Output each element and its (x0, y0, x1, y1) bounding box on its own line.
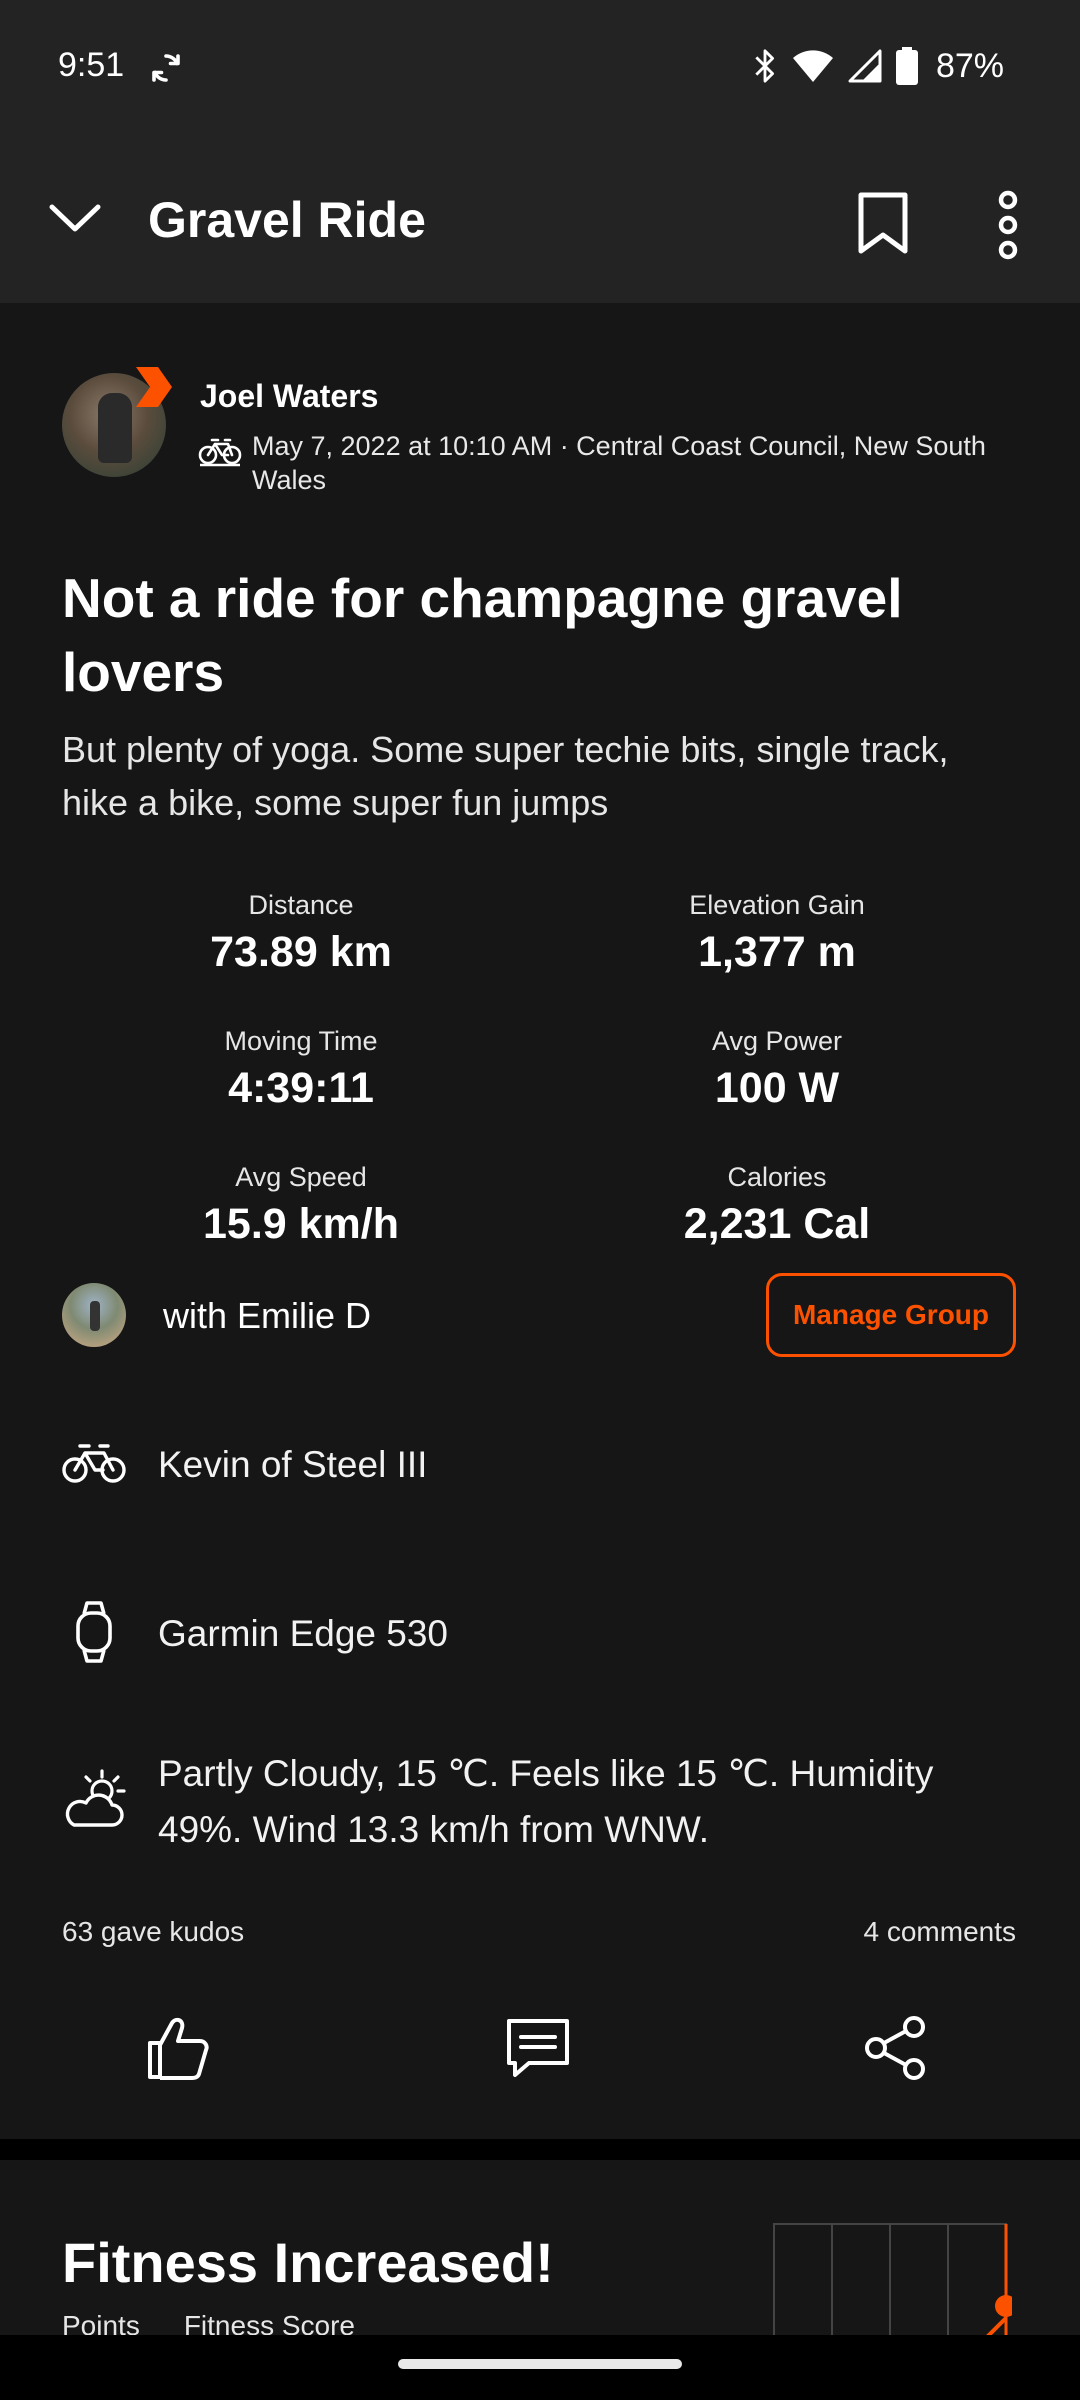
watch-icon (76, 1601, 112, 1663)
stat-label: Elevation Gain (689, 890, 865, 920)
page-title: Gravel Ride (148, 192, 426, 248)
device-name: Garmin Edge 530 (158, 1613, 449, 1654)
thumbs-up-icon[interactable] (144, 2013, 214, 2083)
battery-percent: 87% (935, 46, 1004, 85)
group-member-avatar[interactable] (62, 1283, 126, 1347)
status-icons: 87% (752, 46, 1004, 86)
share-icon[interactable] (862, 2013, 932, 2083)
bookmark-icon[interactable] (855, 191, 911, 255)
stat-value: 1,377 m (698, 928, 856, 976)
fitness-title: Fitness Increased! (62, 2231, 554, 2294)
cell-signal-icon (848, 49, 882, 83)
activity-card: Joel Waters May 7, 2022 at 10:10 AM · Ce… (0, 303, 1080, 2139)
activity-title: Not a ride for champagne gravel lovers (62, 567, 903, 703)
stat-value: 4:39:11 (228, 1064, 374, 1112)
fitness-chart-preview (773, 2223, 1012, 2335)
athlete-avatar[interactable] (62, 367, 172, 481)
points-label: Points (62, 2310, 140, 2335)
stat-value: 100 W (714, 1064, 840, 1112)
subscriber-badge-icon (136, 367, 172, 407)
kudos-count[interactable]: 63 gave kudos (62, 1916, 244, 1948)
stat-distance: Distance 73.89 km (61, 888, 541, 978)
comment-icon[interactable] (503, 2013, 573, 2083)
more-vert-icon[interactable] (990, 190, 1026, 260)
ride-type-icon (198, 438, 242, 467)
stat-label: Calories (727, 1162, 827, 1192)
group-members-text[interactable]: with Emilie D (163, 1295, 371, 1337)
fitness-score-label: Fitness Score (183, 2310, 355, 2335)
stat-avg-power: Avg Power 100 W (537, 1024, 1017, 1114)
activity-meta: May 7, 2022 at 10:10 AM · Central Coast … (252, 431, 986, 495)
stat-moving-time: Moving Time 4:39:11 (61, 1024, 541, 1114)
status-time: 9:51 (58, 46, 125, 84)
activity-description: But plenty of yoga. Some super techie bi… (62, 729, 949, 823)
sync-icon (152, 54, 180, 82)
bluetooth-icon (755, 49, 774, 83)
weather-text: Partly Cloudy, 15 ℃. Feels like 15 ℃. Hu… (158, 1753, 934, 1850)
stat-label: Avg Speed (235, 1162, 367, 1192)
bike-icon (62, 1444, 126, 1483)
app-bar: Gravel Ride (0, 135, 1080, 303)
stat-elevation-gain: Elevation Gain 1,377 m (537, 888, 1017, 978)
stat-value: 73.89 km (210, 928, 392, 976)
stat-calories: Calories 2,231 Cal (537, 1160, 1017, 1250)
status-bar: 9:51 87% (0, 0, 1080, 135)
system-nav-bar (0, 2335, 1080, 2400)
chevron-down-icon[interactable] (48, 197, 102, 237)
fitness-sub-labels: Points Fitness Score (62, 2310, 355, 2335)
comments-count[interactable]: 4 comments (864, 1916, 1017, 1948)
stat-label: Avg Power (711, 1026, 843, 1056)
wifi-icon (792, 50, 833, 82)
stat-label: Moving Time (224, 1026, 378, 1056)
partly-cloudy-icon (65, 1769, 126, 1827)
athlete-name[interactable]: Joel Waters (200, 378, 378, 415)
stat-value: 15.9 km/h (203, 1200, 399, 1248)
manage-group-button[interactable]: Manage Group (766, 1273, 1016, 1357)
stat-avg-speed: Avg Speed 15.9 km/h (61, 1160, 541, 1250)
battery-icon (895, 47, 918, 85)
fitness-card[interactable]: Fitness Increased! Points Fitness Score (0, 2160, 1080, 2335)
home-gesture-handle[interactable] (398, 2359, 682, 2369)
bike-name: Kevin of Steel III (158, 1444, 428, 1485)
stat-label: Distance (248, 890, 354, 920)
stat-value: 2,231 Cal (683, 1200, 871, 1248)
